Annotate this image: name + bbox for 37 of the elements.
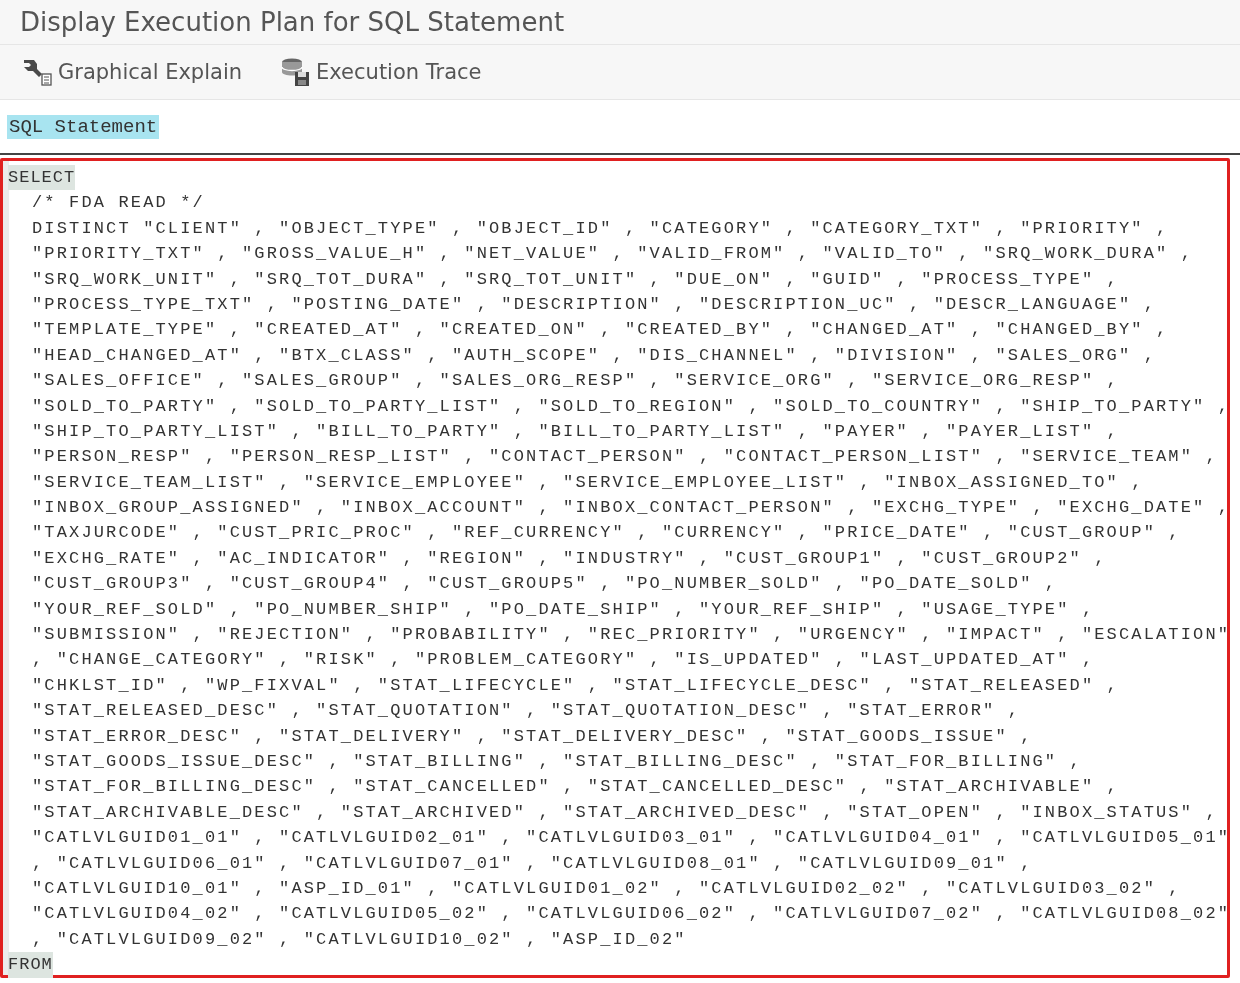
- code-line: "SALES_OFFICE" , "SALES_GROUP" , "SALES_ORG_RESP" , "SERVICE_ORG" , "SERVICE_ORG_RESP" ,: [32, 370, 1119, 393]
- code-line: "PROCESS_TYPE_TXT" , "POSTING_DATE" , "DESCRIPTION" , "DESCRIPTION_UC" , "DESCR_LANGUAGE" ,: [32, 293, 1156, 316]
- code-line: "SRQ_WORK_UNIT" , "SRQ_TOT_DURA" , "SRQ_TOT_UNIT" , "DUE_ON" , "GUID" , "PROCESS_TYPE" ,: [32, 268, 1119, 291]
- code-line: DISTINCT "CLIENT" , "OBJECT_TYPE" , "OBJECT_ID" , "CATEGORY" , "CATEGORY_TXT" , "PRIORITY" ,: [32, 217, 1169, 240]
- code-line: "SOLD_TO_PARTY" , "SOLD_TO_PARTY_LIST" , "SOLD_TO_REGION" , "SOLD_TO_COUNTRY" , "SHIP_TO_PARTY" ,: [32, 395, 1231, 418]
- sql-keyword: SELECT: [8, 165, 76, 191]
- code-line: , "CATLVLGUID09_02" , "CATLVLGUID10_02" , "ASP_ID_02": [32, 928, 687, 951]
- code-line: "SERVICE_TEAM_LIST" , "SERVICE_EMPLOYEE" , "SERVICE_EMPLOYEE_LIST" , "INBOX_ASSIGNED_TO" ,: [32, 471, 1144, 494]
- code-line: , "CATLVLGUID06_01" , "CATLVLGUID07_01" , "CATLVLGUID08_01" , "CATLVLGUID09_01" ,: [32, 852, 1033, 875]
- code-line: "EXCHG_RATE" , "AC_INDICATOR" , "REGION" , "INDUSTRY" , "CUST_GROUP1" , "CUST_GROUP2" ,: [32, 547, 1107, 570]
- code-line: "HEAD_CHANGED_AT" , "BTX_CLASS" , "AUTH_SCOPE" , "DIS_CHANNEL" , "DIVISION" , "SALES_ORG" ,: [32, 344, 1156, 367]
- code-line: "CATLVLGUID10_01" , "ASP_ID_01" , "CATLVLGUID01_02" , "CATLVLGUID02_02" , "CATLVLGUID03_02" ,: [32, 877, 1181, 900]
- code-line: "STAT_ARCHIVABLE_DESC" , "STAT_ARCHIVED" , "STAT_ARCHIVED_DESC" , "STAT_OPEN" , "INBOX_STATUS" ,: [32, 801, 1218, 824]
- code-line: "STAT_RELEASED_DESC" , "STAT_QUOTATION" , "STAT_QUOTATION_DESC" , "STAT_ERROR" ,: [32, 700, 1021, 723]
- code-line: "TEMPLATE_TYPE" , "CREATED_AT" , "CREATED_ON" , "CREATED_BY" , "CHANGED_AT" , "CHANGED_BY" ,: [32, 319, 1169, 342]
- code-line: "INBOX_GROUP_ASSIGNED" , "INBOX_ACCOUNT" , "INBOX_CONTACT_PERSON" , "EXCHG_TYPE" , "EXCHG_DATE" ,: [32, 497, 1231, 520]
- code-line: , "CHANGE_CATEGORY" , "RISK" , "PROBLEM_CATEGORY" , "IS_UPDATED" , "LAST_UPDATED_AT" ,: [32, 649, 1095, 672]
- code-line: "TAXJURCODE" , "CUST_PRIC_PROC" , "REF_CURRENCY" , "CURRENCY" , "PRICE_DATE" , "CUST_GROUP" ,: [32, 522, 1181, 545]
- code-line: "CUST_GROUP3" , "CUST_GROUP4" , "CUST_GROUP5" , "PO_NUMBER_SOLD" , "PO_DATE_SOLD" ,: [32, 573, 1058, 596]
- code-line: "STAT_FOR_BILLING_DESC" , "STAT_CANCELLED" , "STAT_CANCELLED_DESC" , "STAT_ARCHIVABLE" ,: [32, 776, 1119, 799]
- code-line: "CHKLST_ID" , "WP_FIXVAL" , "STAT_LIFECYCLE" , "STAT_LIFECYCLE_DESC" , "STAT_RELEASED" ,: [32, 674, 1119, 697]
- code-line: "STAT_GOODS_ISSUE_DESC" , "STAT_BILLING" , "STAT_BILLING_DESC" , "STAT_FOR_BILLING" ,: [32, 751, 1082, 773]
- code-line: "YOUR_REF_SOLD" , "PO_NUMBER_SHIP" , "PO_DATE_SHIP" , "YOUR_REF_SHIP" , "USAGE_TYPE" ,: [32, 598, 1095, 621]
- code-line: "CATLVLGUID01_01" , "CATLVLGUID02_01" , "CATLVLGUID03_01" , "CATLVLGUID04_01" , "CATLVLGUID05_01": [32, 827, 1231, 850]
- section-label: SQL Statement: [7, 114, 160, 139]
- code-line: "PERSON_RESP" , "PERSON_RESP_LIST" , "CONTACT_PERSON" , "CONTACT_PERSON_LIST" , "SERVICE_TEAM" ,: [32, 446, 1218, 469]
- code-line: "SHIP_TO_PARTY_LIST" , "BILL_TO_PARTY" , "BILL_TO_PARTY_LIST" , "PAYER" , "PAYER_LIST" ,: [32, 420, 1119, 443]
- code-line: "CATLVLGUID04_02" , "CATLVLGUID05_02" , "CATLVLGUID06_02" , "CATLVLGUID07_02" , "CATLVLGUID08_02": [32, 903, 1231, 926]
- execution-trace-button[interactable]: Execution Trace: [278, 55, 482, 89]
- sql-editor[interactable]: [0, 158, 1230, 978]
- code-line: "SUBMISSION" , "REJECTION" , "PROBABILITY" , "REC_PRIORITY" , "URGENCY" , "IMPACT" , "ESCALATION": [32, 624, 1231, 647]
- sql-keyword: FROM: [8, 952, 53, 978]
- code-line: "PRIORITY_TXT" , "GROSS_VALUE_H" , "NET_VALUE" , "VALID_FROM" , "VALID_TO" , "SRQ_WORK_DURA" ,: [32, 243, 1194, 266]
- code-line: /* FDA READ */: [32, 192, 205, 215]
- code-line: "STAT_ERROR_DESC" , "STAT_DELIVERY" , "STAT_DELIVERY_DESC" , "STAT_GOODS_ISSUE" ,: [32, 725, 1033, 748]
- window-title: Display Execution Plan for SQL Statement: [20, 7, 565, 37]
- graphical-explain-button[interactable]: Graphical Explain: [20, 55, 243, 89]
